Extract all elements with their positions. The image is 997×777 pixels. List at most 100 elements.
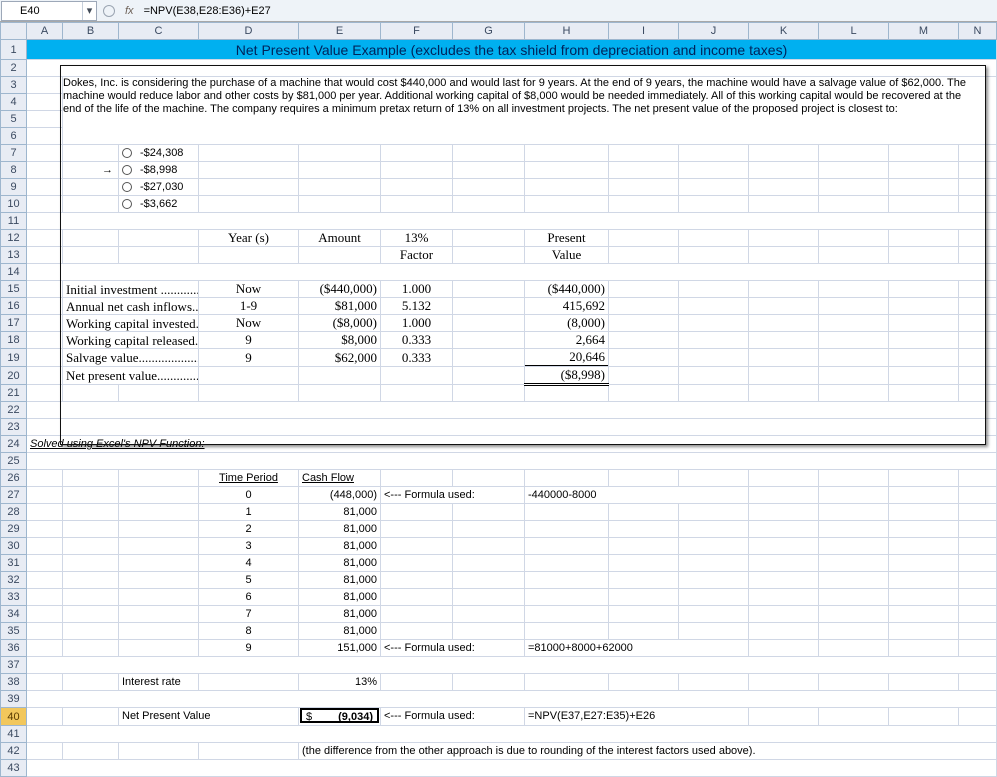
col-header[interactable]: G — [453, 23, 525, 40]
row-header[interactable]: 7 — [1, 145, 27, 162]
selected-cell[interactable]: $ (9,034) — [300, 708, 379, 723]
footnote: (the difference from the other approach … — [302, 743, 756, 760]
row-header[interactable]: 16 — [1, 298, 27, 315]
radio-icon[interactable] — [122, 148, 132, 158]
row-header[interactable]: 33 — [1, 589, 27, 606]
cell: 20,646 — [525, 349, 608, 366]
row-header[interactable]: 3 — [1, 77, 27, 94]
row-header[interactable]: 17 — [1, 315, 27, 332]
npv-value: (9,034) — [338, 711, 373, 723]
row-label: Working capital invested.. — [66, 315, 199, 332]
row-header[interactable]: 6 — [1, 128, 27, 145]
row-header[interactable]: 10 — [1, 196, 27, 213]
row-header[interactable]: 37 — [1, 657, 27, 674]
cell: 9 — [199, 332, 298, 348]
col-header[interactable]: H — [525, 23, 609, 40]
page-title: Net Present Value Example (excludes the … — [27, 40, 997, 60]
row-header[interactable]: 4 — [1, 94, 27, 111]
cell: 2 — [199, 523, 298, 535]
row-label: Net present value.............. — [66, 367, 199, 384]
row-header[interactable]: 22 — [1, 402, 27, 419]
cell: 6 — [199, 591, 298, 603]
row-header[interactable]: 35 — [1, 623, 27, 640]
row-header[interactable]: 25 — [1, 453, 27, 470]
fx-icon[interactable]: fx — [119, 5, 140, 17]
cell: Now — [199, 281, 298, 297]
row-header[interactable]: 13 — [1, 247, 27, 264]
radio-icon[interactable] — [122, 182, 132, 192]
npv-result: ($8,998) — [525, 367, 608, 383]
col-header[interactable]: J — [679, 23, 749, 40]
row-header[interactable]: 34 — [1, 606, 27, 623]
col-header[interactable]: I — [609, 23, 679, 40]
formula-bar: E40 ▾ fx — [0, 0, 997, 22]
row-header[interactable]: 24 — [1, 436, 27, 453]
cell: 81,000 — [299, 557, 380, 569]
col-header[interactable]: C — [119, 23, 199, 40]
row-header[interactable]: 28 — [1, 504, 27, 521]
radio-icon[interactable] — [122, 165, 132, 175]
cell: (8,000) — [525, 315, 608, 331]
row-header[interactable]: 1 — [1, 40, 27, 60]
col-header[interactable]: A — [27, 23, 63, 40]
row-header[interactable]: 14 — [1, 264, 27, 281]
name-box[interactable]: E40 ▾ — [1, 1, 97, 21]
row-header[interactable]: 11 — [1, 213, 27, 230]
formula-input[interactable] — [142, 4, 842, 18]
cell: 4 — [199, 557, 298, 569]
row-header[interactable]: 43 — [1, 760, 27, 777]
row-header[interactable]: 26 — [1, 470, 27, 487]
row-header-selected[interactable]: 40 — [1, 708, 27, 726]
row-header[interactable]: 36 — [1, 640, 27, 657]
cancel-icon[interactable] — [103, 5, 115, 17]
row-header[interactable]: 39 — [1, 691, 27, 708]
cell: 0.333 — [381, 332, 452, 348]
row-header[interactable]: 32 — [1, 572, 27, 589]
hdr-factor-bot: Factor — [381, 247, 452, 263]
row-header[interactable]: 29 — [1, 521, 27, 538]
name-box-dropdown[interactable]: ▾ — [82, 2, 96, 20]
col-header[interactable]: K — [749, 23, 819, 40]
row-header[interactable]: 30 — [1, 538, 27, 555]
cell: ($8,000) — [299, 315, 380, 331]
row-label: Working capital released.. — [66, 332, 199, 349]
ir-value: 13% — [299, 676, 380, 688]
row-header[interactable]: 42 — [1, 743, 27, 760]
row-header[interactable]: 19 — [1, 349, 27, 367]
cell: 1.000 — [381, 315, 452, 331]
row-header[interactable]: 20 — [1, 367, 27, 385]
row-header[interactable]: 18 — [1, 332, 27, 349]
row-header[interactable]: 8 — [1, 162, 27, 179]
select-all-corner[interactable] — [1, 23, 27, 40]
col-header[interactable]: M — [889, 23, 959, 40]
radio-icon[interactable] — [122, 199, 132, 209]
spreadsheet-grid[interactable]: A B C D E F G H I J K L M N 1 Net Presen… — [0, 22, 997, 777]
row-header[interactable]: 9 — [1, 179, 27, 196]
cell: 5.132 — [381, 298, 452, 314]
name-box-value: E40 — [2, 5, 40, 17]
row-header[interactable]: 15 — [1, 281, 27, 298]
row-header[interactable]: 2 — [1, 60, 27, 77]
col-header[interactable]: F — [381, 23, 453, 40]
arrow-right-icon: → — [63, 164, 116, 176]
row-header[interactable]: 21 — [1, 385, 27, 402]
cell: ($440,000) — [299, 281, 380, 297]
row-header[interactable]: 5 — [1, 111, 27, 128]
cell: 0.333 — [381, 350, 452, 366]
row-header[interactable]: 31 — [1, 555, 27, 572]
cell: 81,000 — [299, 591, 380, 603]
row-header[interactable]: 41 — [1, 726, 27, 743]
solved-label: Solved using Excel's NPV Function: — [30, 436, 205, 453]
col-header[interactable]: E — [299, 23, 381, 40]
col-header[interactable]: L — [819, 23, 889, 40]
row-header[interactable]: 23 — [1, 419, 27, 436]
cell: 81,000 — [299, 523, 380, 535]
row-header[interactable]: 27 — [1, 487, 27, 504]
row-header[interactable]: 12 — [1, 230, 27, 247]
formula-note: <--- Formula used: — [384, 708, 475, 725]
col-header[interactable]: D — [199, 23, 299, 40]
row-header[interactable]: 38 — [1, 674, 27, 691]
col-header[interactable]: B — [63, 23, 119, 40]
hdr-factor-top: 13% — [381, 230, 452, 246]
col-header[interactable]: N — [959, 23, 997, 40]
